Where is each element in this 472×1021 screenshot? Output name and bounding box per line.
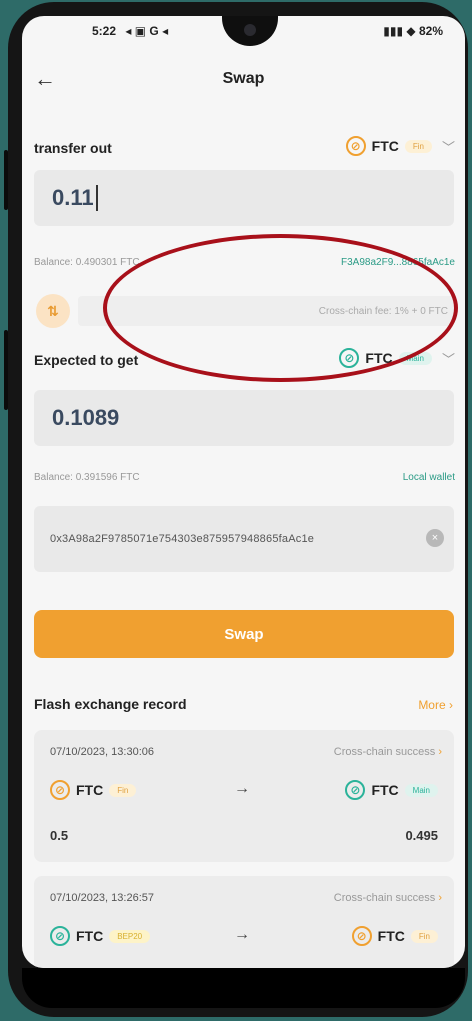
token-name: FTC [371, 138, 399, 154]
expected-label: Expected to get [34, 352, 139, 368]
status-icons: ◂ ▣ G ◂ [125, 24, 169, 38]
signal-icon: ▮▮▮ ◆ [383, 24, 419, 38]
expected-balance: Balance: 0.391596 FTC [34, 472, 140, 483]
from-amount: 0.5 [50, 828, 69, 843]
from-tag: BEP20 [109, 929, 151, 943]
expected-amount-field: 0.1089 [34, 390, 454, 446]
to-token: FTC [377, 928, 405, 944]
phone-chin [22, 968, 465, 1008]
ftc-main-coin-icon: ⊘ [50, 926, 70, 946]
ftc-fin-coin-icon: ⊘ [351, 926, 372, 946]
to-token: FTC [371, 782, 399, 798]
chevron-right-icon: › [438, 746, 442, 758]
more-link[interactable]: More › [418, 698, 453, 712]
status-time: 5:22 [92, 24, 117, 38]
app-screen: 5:22 ◂ ▣ G ◂ ▮▮▮ ◆ 82% ← Swap transfer o… [22, 16, 465, 968]
swap-button-label: Swap [224, 625, 264, 643]
record-from: ⊘ FTC BEP20 [50, 926, 151, 946]
transfer-balance: Balance: 0.490301 FTC [34, 257, 140, 268]
token-tag: Fin [404, 139, 432, 153]
record-date: 07/10/2023, 13:30:06 [50, 746, 154, 758]
header: ← Swap [22, 60, 465, 100]
page-title: Swap [222, 70, 265, 87]
swap-button[interactable]: Swap [34, 610, 454, 658]
text-caret [95, 185, 98, 211]
receive-address-input[interactable]: 0x3A98a2F9785071e754303e875957948865faAc… [34, 506, 454, 572]
notch [222, 16, 278, 46]
transfer-amount-input[interactable]: 0.11 [34, 170, 454, 226]
expected-amount-value: 0.1089 [52, 405, 120, 430]
volume-button [4, 150, 8, 210]
from-token: FTC [76, 928, 104, 944]
chevron-down-icon: ﹀ [441, 351, 455, 367]
status-right: ▮▮▮ ◆ 82% [383, 24, 443, 38]
battery-level: 82% [418, 24, 443, 38]
record-status[interactable]: Cross-chain success › [334, 746, 442, 758]
to-tag: Main [404, 783, 438, 797]
to-amount: 0.495 [405, 828, 438, 843]
clear-icon[interactable]: × [426, 529, 444, 547]
record-to: ⊘ FTC Main [345, 780, 438, 800]
record-status-text: Cross-chain success [333, 746, 436, 758]
arrow-right-icon: → [234, 926, 250, 943]
record-from: ⊘ FTC Fin [50, 780, 137, 800]
from-tag: Fin [109, 783, 137, 797]
camera-icon [244, 24, 256, 36]
ftc-fin-coin-icon: ⊘ [345, 136, 366, 156]
record-to: ⊘ FTC Fin [351, 926, 438, 946]
ftc-main-coin-icon: ⊘ [345, 780, 366, 800]
chevron-right-icon: › [449, 698, 453, 712]
local-wallet-link[interactable]: Local wallet [403, 472, 455, 483]
transfer-amount-value: 0.11 [52, 185, 94, 210]
arrow-right-icon: → [234, 780, 250, 797]
from-token: FTC [76, 782, 104, 798]
annotation-oval [103, 234, 458, 382]
chevron-down-icon: ﹀ [441, 139, 455, 155]
more-label: More [418, 698, 446, 712]
status-left: 5:22 ◂ ▣ G ◂ [92, 24, 168, 38]
ftc-fin-coin-icon: ⊘ [50, 780, 70, 800]
chevron-right-icon: › [438, 892, 442, 904]
power-button [4, 330, 8, 410]
record-card[interactable]: 07/10/2023, 13:30:06 Cross-chain success… [34, 730, 454, 862]
to-tag: Fin [410, 929, 438, 943]
record-status[interactable]: Cross-chain success › [334, 892, 442, 904]
record-date: 07/10/2023, 13:26:57 [50, 892, 154, 904]
swap-direction-icon[interactable]: ⇅ [36, 294, 70, 328]
transfer-out-label: transfer out [34, 140, 112, 156]
record-card[interactable]: 07/10/2023, 13:26:57 Cross-chain success… [34, 876, 454, 968]
receive-address-value: 0x3A98a2F9785071e754303e875957948865faAc… [50, 533, 315, 545]
record-status-text: Cross-chain success [333, 892, 436, 904]
transfer-out-token-select[interactable]: ⊘ FTC Fin ﹀ [345, 136, 455, 156]
record-title: Flash exchange record [34, 696, 187, 712]
